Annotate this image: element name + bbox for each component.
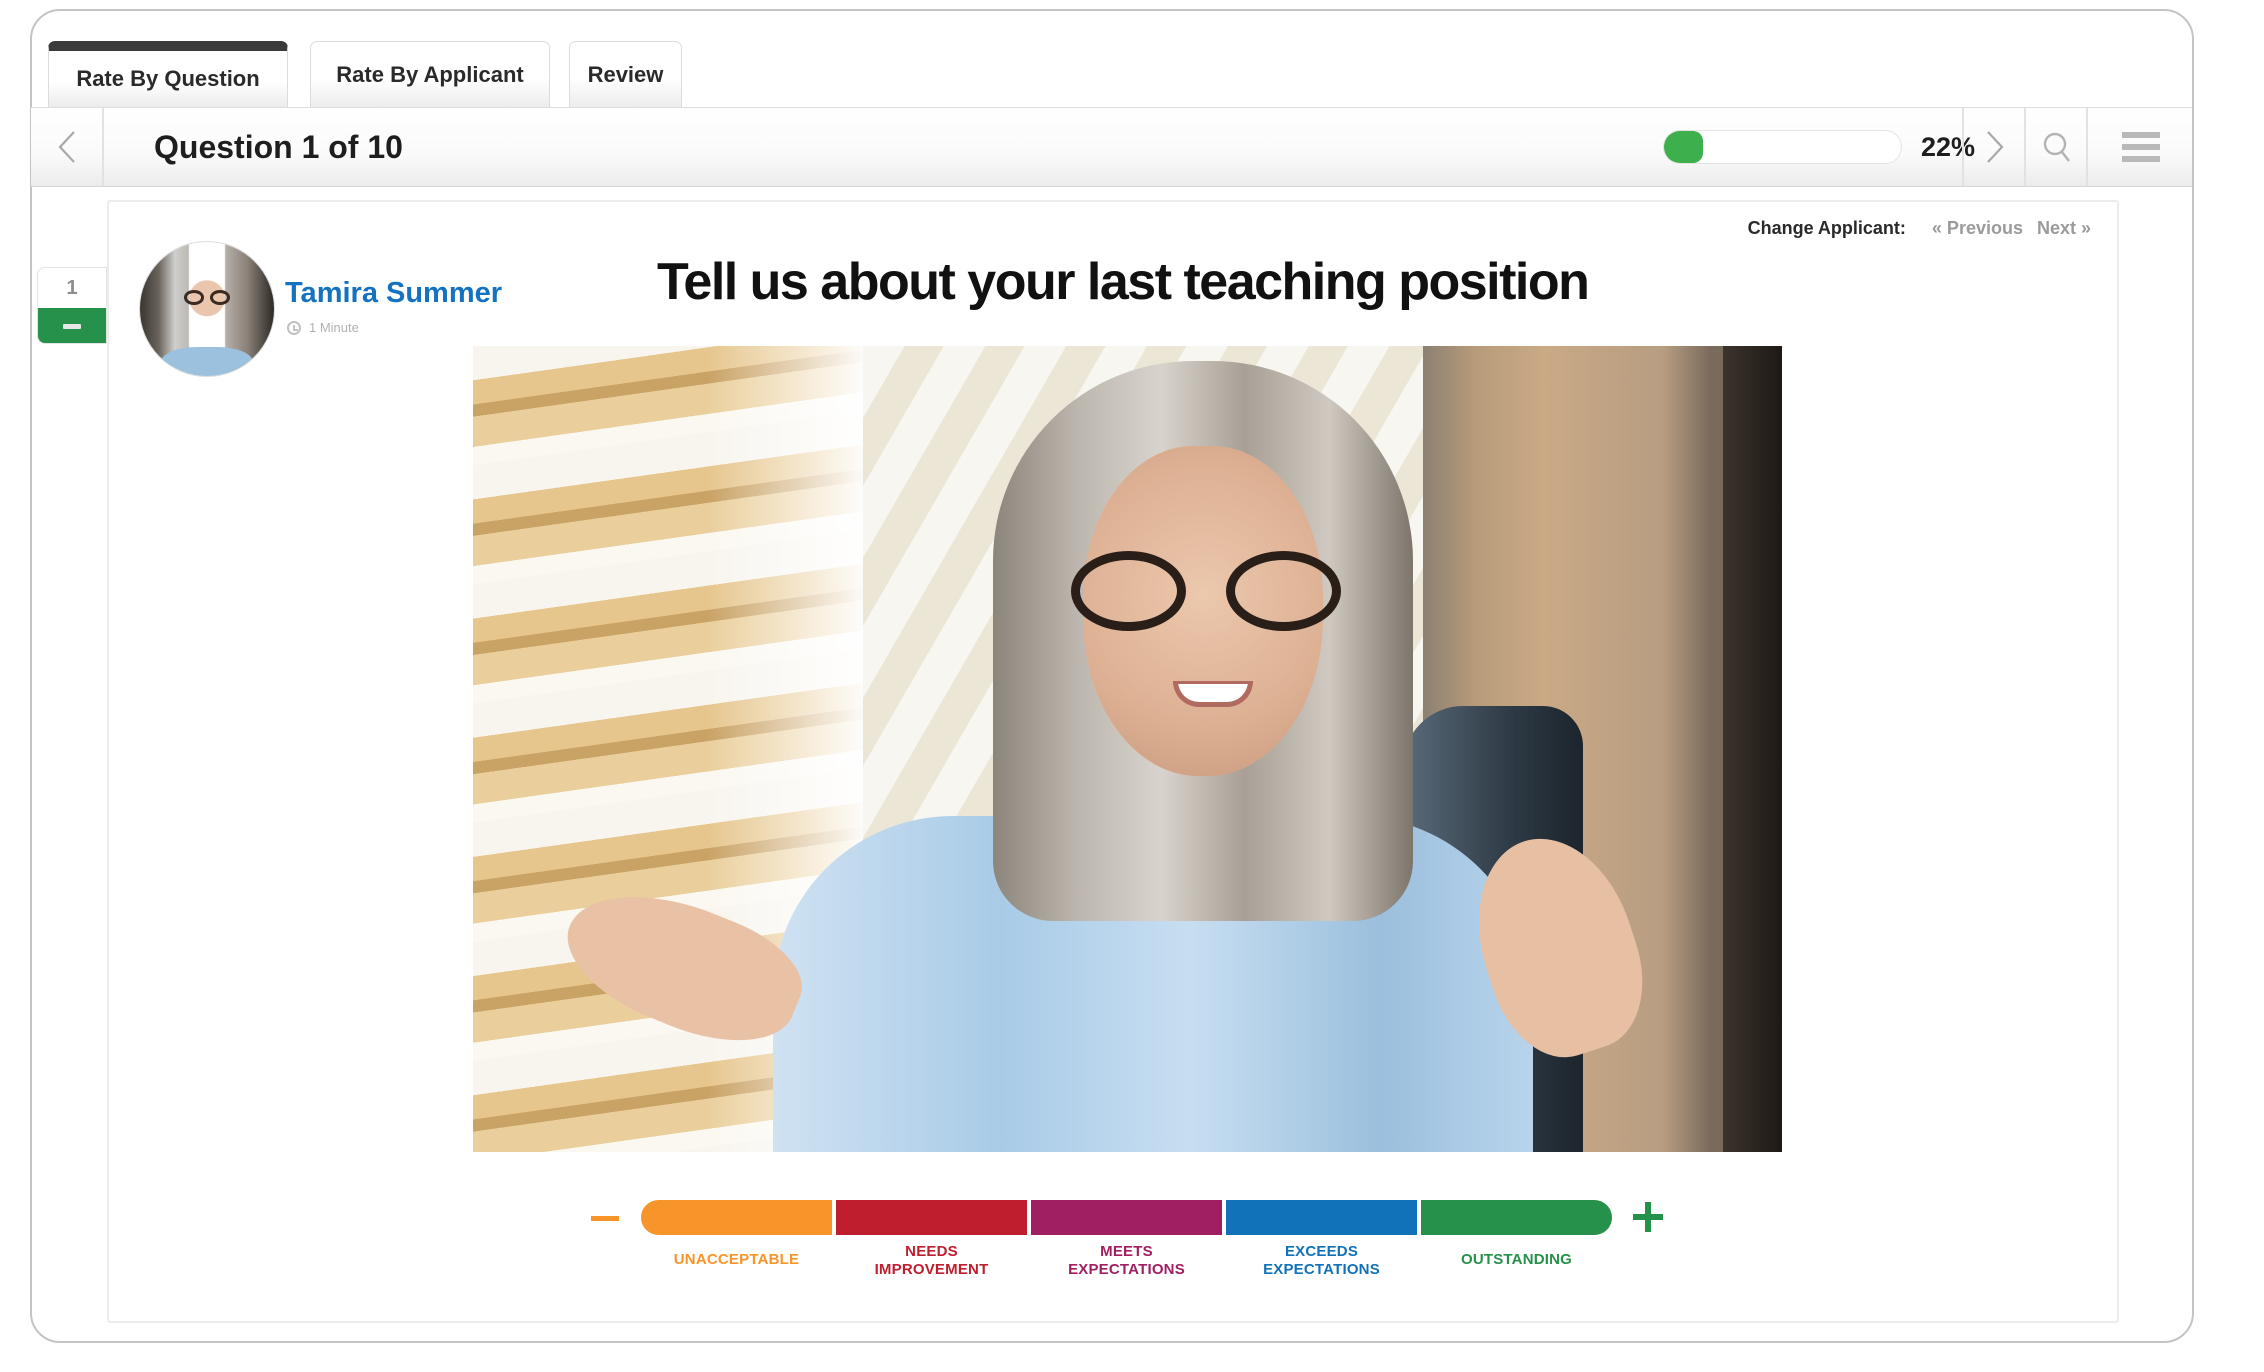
next-question-button[interactable] bbox=[1962, 108, 2026, 186]
rating-label: MEETS EXPECTATIONS bbox=[1031, 1243, 1222, 1279]
question-counter: Question 1 of 10 bbox=[154, 129, 403, 165]
rating-option-meets-expectations[interactable] bbox=[1031, 1200, 1222, 1235]
minus-icon bbox=[63, 324, 81, 329]
duration-text: 1 Minute bbox=[309, 320, 359, 335]
search-button[interactable] bbox=[2024, 108, 2088, 186]
tab-review[interactable]: Review bbox=[569, 41, 682, 107]
change-applicant-nav: Change Applicant: « Previous Next » bbox=[1748, 218, 2091, 239]
rating-label-line: UNACCEPTABLE bbox=[673, 1251, 800, 1268]
rating-label-line: NEEDS bbox=[905, 1243, 958, 1260]
question-rating-status[interactable] bbox=[38, 308, 106, 343]
search-icon bbox=[2043, 132, 2070, 162]
applicant-avatar bbox=[140, 242, 274, 376]
menu-button[interactable] bbox=[2086, 108, 2194, 186]
rating-label-line: MEETS bbox=[1100, 1243, 1153, 1260]
rating-label-line: IMPROVEMENT bbox=[874, 1261, 989, 1278]
question-heading: Tell us about your last teaching positio… bbox=[657, 253, 1590, 311]
question-toolbar: Question 1 of 10 22% bbox=[31, 107, 2192, 187]
response-duration: 1 Minute bbox=[287, 320, 359, 335]
rating-option-exceeds-expectations[interactable] bbox=[1226, 1200, 1417, 1235]
previous-question-button[interactable] bbox=[31, 108, 104, 186]
progress-fill bbox=[1664, 131, 1704, 163]
previous-applicant-link[interactable]: « Previous bbox=[1932, 218, 2023, 239]
next-applicant-link[interactable]: Next » bbox=[2037, 218, 2091, 239]
rating-option-needs-improvement[interactable] bbox=[836, 1200, 1027, 1235]
tab-rate-by-applicant[interactable]: Rate By Applicant bbox=[310, 41, 550, 107]
rating-option-outstanding[interactable] bbox=[1421, 1200, 1612, 1235]
rating-label-line: OUTSTANDING bbox=[1460, 1251, 1573, 1268]
rating-option-unacceptable[interactable] bbox=[641, 1200, 832, 1235]
rating-label: OUTSTANDING bbox=[1421, 1251, 1612, 1269]
chevron-right-icon bbox=[1987, 131, 2004, 163]
rating-label-line: EXPECTATIONS bbox=[1068, 1261, 1185, 1278]
progress-bar bbox=[1663, 130, 1902, 164]
rating-label: EXCEEDS EXPECTATIONS bbox=[1226, 1243, 1417, 1279]
hamburger-menu-icon bbox=[2122, 126, 2160, 168]
change-applicant-label: Change Applicant: bbox=[1747, 218, 1906, 238]
rating-label-line: EXPECTATIONS bbox=[1263, 1261, 1380, 1278]
rating-decrease-button[interactable] bbox=[591, 1216, 619, 1221]
applicant-name[interactable]: Tamira Summer bbox=[285, 277, 502, 310]
rating-label: NEEDS IMPROVEMENT bbox=[836, 1243, 1027, 1279]
rating-label-line: EXCEEDS bbox=[1284, 1243, 1359, 1260]
chevron-left-icon bbox=[57, 131, 75, 163]
response-card: Change Applicant: « Previous Next » Tami… bbox=[107, 200, 2119, 1323]
response-video[interactable] bbox=[473, 346, 1782, 1152]
question-number: 1 bbox=[66, 276, 78, 299]
rating-label: UNACCEPTABLE bbox=[641, 1251, 832, 1269]
tab-rate-by-question[interactable]: Rate By Question bbox=[48, 41, 288, 107]
clock-icon bbox=[287, 320, 301, 335]
rating-increase-button[interactable] bbox=[1633, 1202, 1663, 1232]
question-nav-item[interactable]: 1 bbox=[37, 267, 107, 344]
